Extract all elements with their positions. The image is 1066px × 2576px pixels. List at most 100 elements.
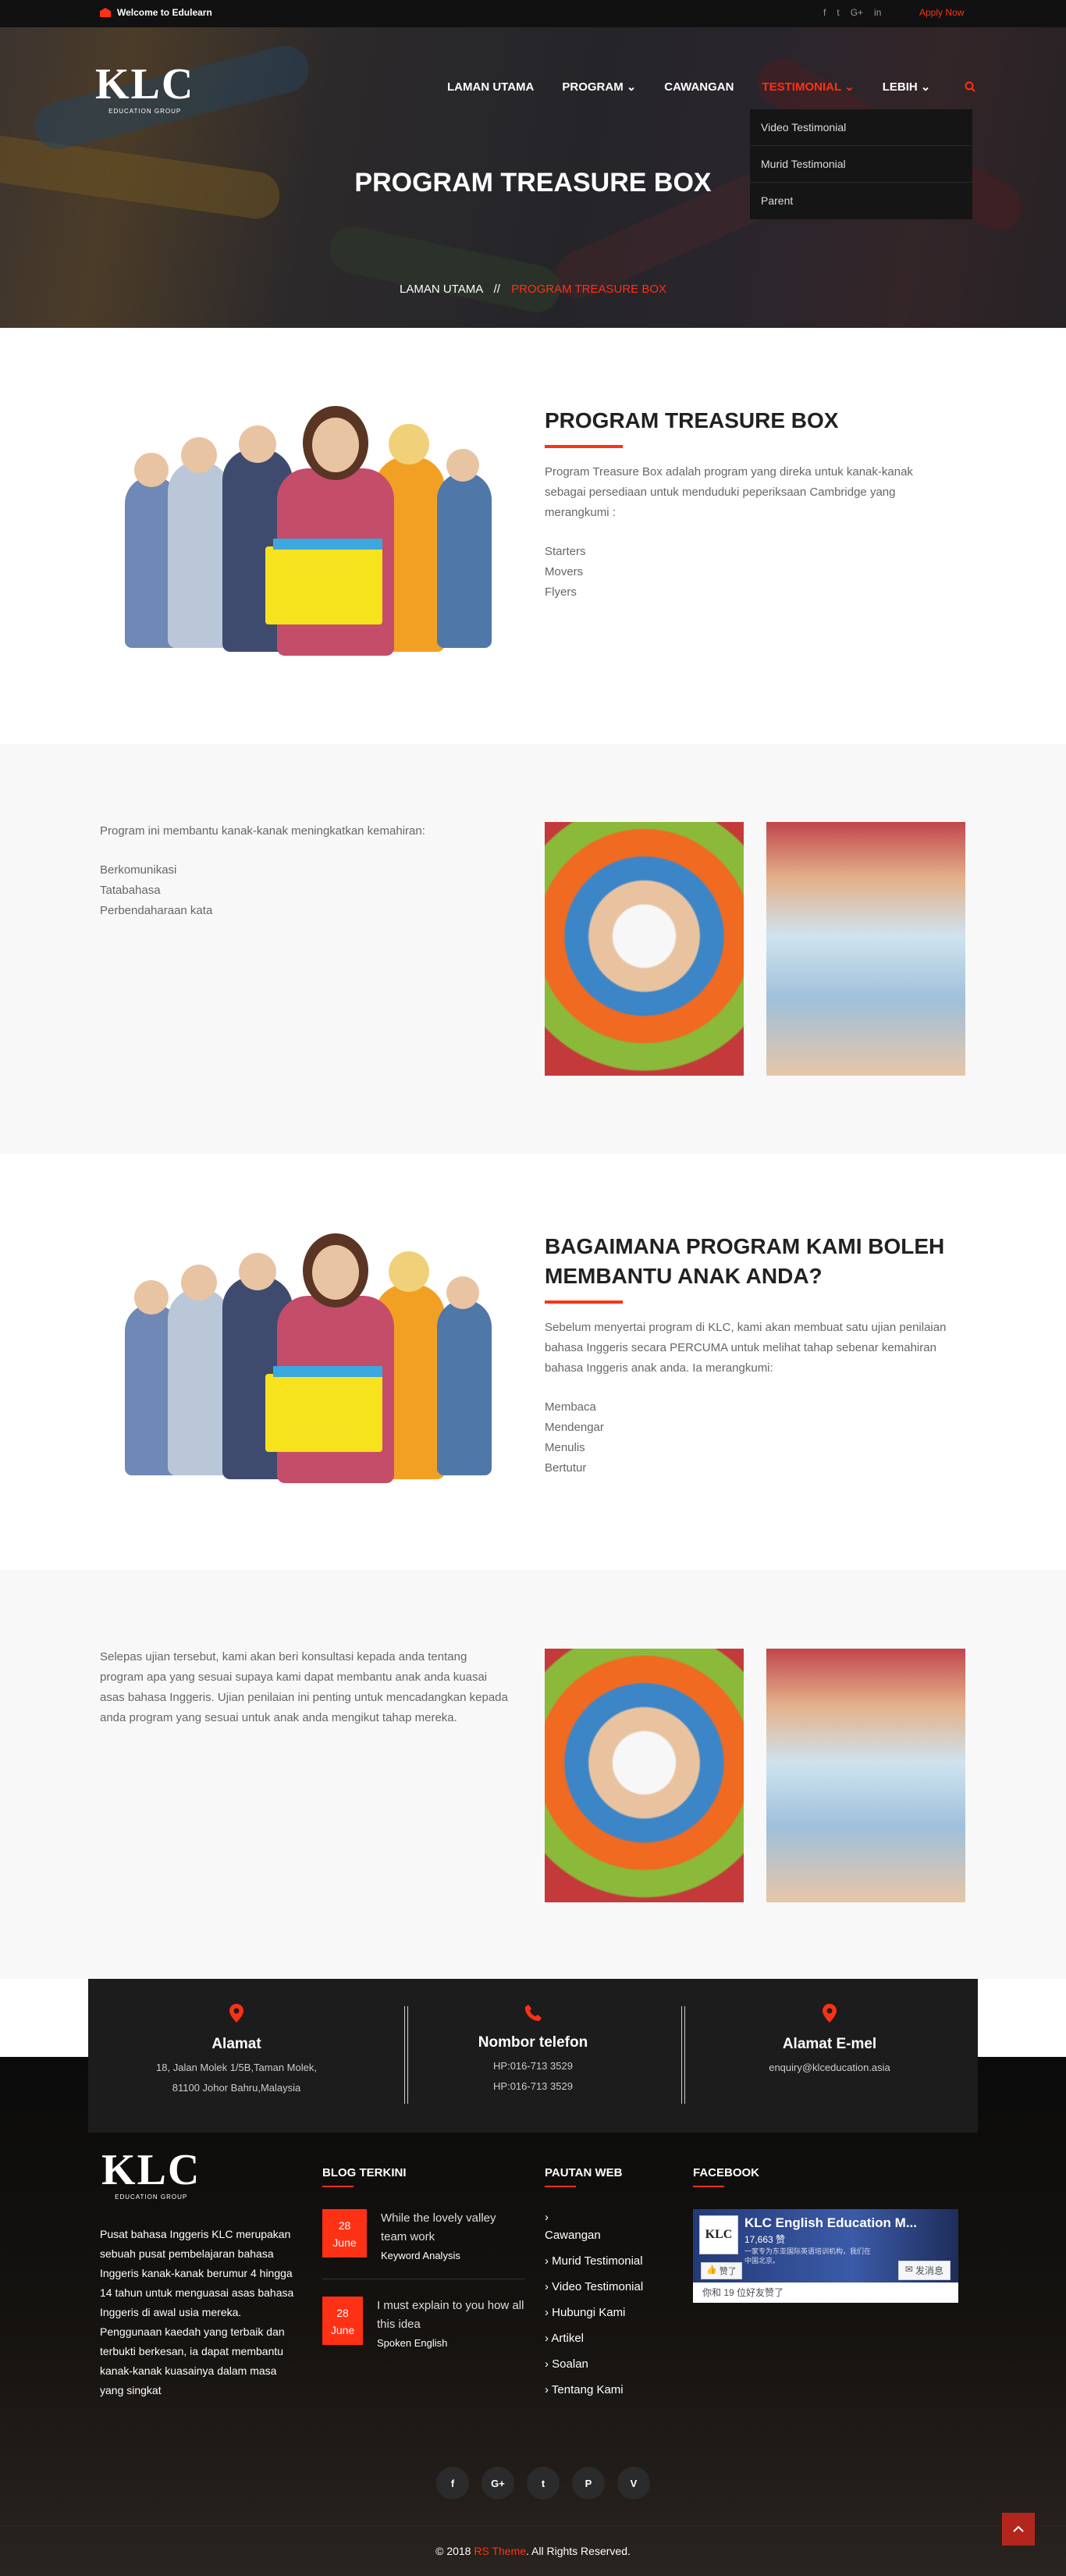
logo-subtitle: EDUCATION GROUP [115,2194,188,2201]
map-marker-icon [681,2004,978,2026]
nav-label: LEBIH [882,80,918,94]
welcome-message: Welcome to Edulearn [100,7,212,18]
email-link[interactable]: enquiry@klceducation.asia [681,2058,978,2078]
list-item: Bertutur [545,1461,587,1475]
assessment-list: Membaca Mendengar Menulis Bertutur [545,1397,966,1478]
copyright: © 2018 RS Theme. All Rights Reserved. [0,2545,1066,2557]
testimonial-dropdown: Video Testimonial Murid Testimonial Pare… [750,109,972,219]
nav-testimonial[interactable]: TESTIMONIAL ⌄ [762,80,854,94]
facebook-message-button[interactable]: ✉ 发消息 [897,2261,951,2280]
title-underline [545,1300,623,1304]
contact-title: Alamat [211,2036,261,2052]
footer-logo[interactable]: KLC EDUCATION GROUP [101,2148,201,2201]
facebook-page-name[interactable]: KLC English Education M... [744,2215,917,2231]
link-label: Video Testimonial [552,2280,644,2293]
link-label: Murid Testimonial [552,2254,643,2268]
chevron-up-icon [1013,2525,1024,2532]
nav-label: LAMAN UTAMA [447,80,535,94]
contact-line: 18, Jalan Molek 1/5B,Taman Molek, [156,2062,317,2073]
chevron-right-icon: › [545,2383,552,2396]
section-text: Program ini membantu kanak-kanak meningk… [100,824,425,838]
link-label: Hubungi Kami [552,2306,626,2319]
facebook-icon[interactable]: f [436,2467,469,2500]
facebook-like-button[interactable]: 👍 赞了 [701,2262,742,2279]
footer-about: Pusat bahasa Inggeris KLC merupakan sebu… [100,2228,294,2396]
topbar-social: f t G+ in [823,7,881,18]
photo-kids-thumbs-up [766,822,965,1076]
blog-date: 28 June [322,2209,367,2258]
chevron-right-icon: › [545,2357,553,2371]
footer-link-video-testimonial[interactable]: › Video Testimonial [545,2274,662,2300]
like-label: 赞了 [719,2267,737,2276]
copyright-brand-link[interactable]: RS Theme [474,2545,526,2557]
breadcrumb: LAMAN UTAMA // PROGRAM TREASURE BOX [0,283,1066,296]
vimeo-icon[interactable]: V [617,2467,650,2500]
footer-link-cawangan[interactable]: Cawangan [545,2222,662,2248]
footer-link-hubungi-kami[interactable]: › Hubungi Kami [545,2300,662,2325]
pinterest-icon[interactable]: P [572,2467,605,2500]
chevron-down-icon: ⌄ [844,80,855,94]
blog-post-title[interactable]: While the lovely valley team work [381,2209,525,2247]
section-title: PROGRAM TREASURE BOX [545,408,839,432]
footer-heading: BLOG TERKINI [322,2166,407,2179]
blog-post-category[interactable]: Keyword Analysis [381,2250,525,2261]
breadcrumb-home[interactable]: LAMAN UTAMA [400,283,482,296]
photo-thumbs-up-group [545,822,744,1076]
footer-bottom-divider [0,2525,1066,2526]
search-icon[interactable] [965,80,976,94]
footer-link-tentang-kami[interactable]: › Tentang Kami [545,2377,662,2403]
google-plus-icon[interactable]: G+ [481,2467,514,2500]
heading-underline [693,2186,724,2187]
blog-post[interactable]: 28 June While the lovely valley team wor… [322,2209,525,2279]
footer-heading: PAUTAN WEB [545,2166,623,2179]
nav-program[interactable]: PROGRAM ⌄ [562,80,636,94]
chevron-down-icon: ⌄ [920,80,931,94]
intro-content: PROGRAM TREASURE BOX Program Treasure Bo… [545,406,935,603]
map-marker-icon [88,2004,385,2026]
blog-post-title[interactable]: I must explain to you how all this idea [377,2297,525,2334]
footer-link-murid-testimonial[interactable]: › Murid Testimonial [545,2248,662,2274]
footer-heading: FACEBOOK [693,2166,760,2179]
footer-blog: BLOG TERKINI 28 June While the lovely va… [322,2166,525,2349]
nav-more[interactable]: LEBIH ⌄ [883,80,931,94]
nav-branches[interactable]: CAWANGAN [664,80,734,94]
footer-link-soalan[interactable]: › Soalan [545,2351,662,2377]
footer-link-artikel[interactable]: › Artikel [545,2325,662,2351]
blog-post[interactable]: 28 June I must explain to you how all th… [322,2297,525,2349]
nav-label: TESTIMONIAL [762,80,842,94]
link-label: Tentang Kami [551,2383,624,2396]
site-logo[interactable]: KLC EDUCATION GROUP [95,62,194,115]
contact-email: Alamat E-mel enquiry@klceducation.asia [681,1979,978,2133]
linkedin-icon[interactable]: in [874,7,881,18]
contact-line: HP:016-713 3529 [493,2080,573,2092]
blog-date-month: June [330,2324,355,2336]
section-text: Selepas ujian tersebut, kami akan beri k… [100,1650,508,1724]
main-nav: LAMAN UTAMA PROGRAM ⌄ CAWANGAN TESTIMONIA… [447,80,1004,94]
blog-date-day: 28 [336,2307,349,2319]
nav-home[interactable]: LAMAN UTAMA [447,80,534,94]
nav-label: CAWANGAN [664,80,734,94]
blog-date: 28 June [322,2297,363,2345]
google-plus-icon[interactable]: G+ [851,7,863,18]
apply-now-link[interactable]: Apply Now [919,7,964,18]
scroll-top-button[interactable] [1002,2513,1035,2546]
facebook-description: 一家专为东亚国际英语培训机构，我们在中国北京。 [744,2247,872,2265]
copyright-suffix: . All Rights Reserved. [526,2545,631,2557]
message-label: 发消息 [915,2265,943,2276]
list-item: Membaca [545,1400,596,1414]
list-item: Perbendaharaan kata [100,904,213,917]
facebook-cover: KLC KLC English Education M... 17,663 赞 … [693,2209,958,2282]
chevron-right-icon: › [545,2254,553,2268]
twitter-icon[interactable]: t [527,2467,560,2500]
facebook-icon[interactable]: f [823,7,826,18]
facebook-page-widget[interactable]: KLC KLC English Education M... 17,663 赞 … [693,2209,958,2303]
consultation-content: Selepas ujian tersebut, kami akan beri k… [100,1647,513,1728]
chevron-right-icon: › [545,2280,553,2293]
blog-post-category[interactable]: Spoken English [377,2337,525,2349]
facebook-likes: 17,663 赞 [744,2234,786,2245]
dropdown-item-video-testimonial[interactable]: Video Testimonial [750,109,972,146]
skills-content: Program ini membantu kanak-kanak meningk… [100,821,490,921]
list-item: Menulis [545,1441,585,1454]
twitter-icon[interactable]: t [837,7,839,18]
phone-icon [385,2004,681,2025]
